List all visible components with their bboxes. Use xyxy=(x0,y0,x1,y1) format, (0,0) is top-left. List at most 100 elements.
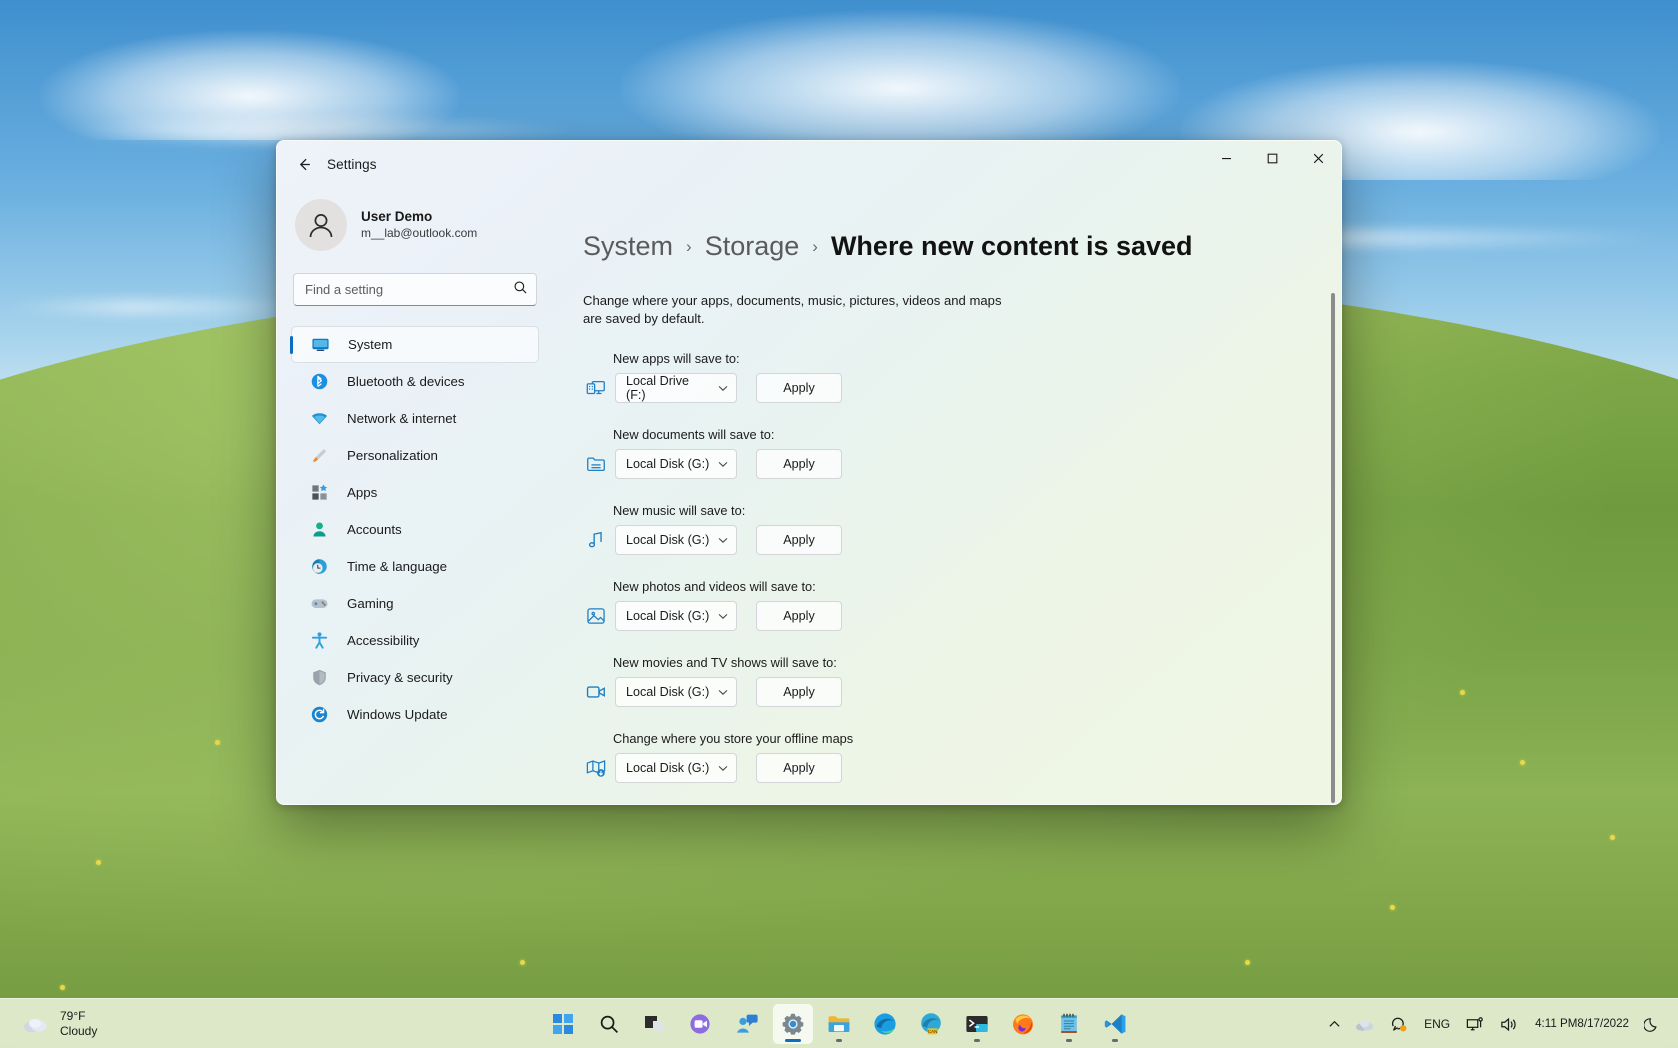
page-title: Where new content is saved xyxy=(831,231,1193,262)
cloud-tray-icon[interactable] xyxy=(1348,1005,1382,1043)
content-scrollbar[interactable] xyxy=(1331,293,1335,803)
apply-button-offline-maps[interactable]: Apply xyxy=(756,753,842,783)
shield-icon xyxy=(309,668,329,688)
apps-location-dropdown[interactable]: Local Drive (F:) xyxy=(615,373,737,403)
account-name: User Demo xyxy=(361,209,477,226)
sidebar-item-personalization[interactable]: Personalization xyxy=(291,437,539,474)
avatar xyxy=(295,199,347,251)
wifi-icon xyxy=(309,409,329,429)
running-indicator xyxy=(974,1039,980,1042)
breadcrumb-separator: › xyxy=(686,237,692,257)
back-button[interactable] xyxy=(287,147,321,181)
microsoft-edge-icon[interactable] xyxy=(865,1004,905,1044)
breadcrumb-system[interactable]: System xyxy=(583,231,673,262)
apply-button-movies-tv[interactable]: Apply xyxy=(756,677,842,707)
search-icon xyxy=(513,280,528,295)
vscode-icon[interactable] xyxy=(1095,1004,1135,1044)
scrollbar-thumb[interactable] xyxy=(1331,293,1335,803)
save-group-offline-maps: Change where you store your offline maps xyxy=(583,731,1311,783)
language-indicator[interactable]: ENG xyxy=(1415,1005,1459,1043)
sidebar-item-gaming[interactable]: Gaming xyxy=(291,585,539,622)
monitor-icon xyxy=(310,335,330,355)
sidebar-item-privacy-security[interactable]: Privacy & security xyxy=(291,659,539,696)
apply-button-photos-videos[interactable]: Apply xyxy=(756,601,842,631)
moon-notification-icon[interactable] xyxy=(1637,1005,1668,1043)
offline-maps-location-dropdown[interactable]: Local Disk (G:) xyxy=(615,753,737,783)
clock-date: 8/17/2022 xyxy=(1577,1017,1629,1031)
search-input[interactable] xyxy=(293,273,537,306)
sidebar-item-time-language[interactable]: Time & language xyxy=(291,548,539,585)
close-button[interactable] xyxy=(1295,141,1341,175)
settings-gear-icon[interactable] xyxy=(773,1004,813,1044)
settings-window: Settings xyxy=(276,140,1342,805)
firefox-icon[interactable] xyxy=(1003,1004,1043,1044)
chat-video-icon[interactable] xyxy=(681,1004,721,1044)
task-view-icon[interactable] xyxy=(635,1004,675,1044)
chevron-down-icon xyxy=(718,461,728,468)
account-email: m__lab@outlook.com xyxy=(361,226,477,241)
save-group-photos-videos: New photos and videos will save to: Loca… xyxy=(583,579,1311,631)
movies-tv-location-dropdown[interactable]: Local Disk (G:) xyxy=(615,677,737,707)
page-description: Change where your apps, documents, music… xyxy=(583,292,1023,327)
sidebar-item-network-internet[interactable]: Network & internet xyxy=(291,400,539,437)
window-titlebar: Settings xyxy=(277,141,1341,187)
dropdown-value: Local Disk (G:) xyxy=(626,609,709,623)
speaker-icon[interactable] xyxy=(1492,1005,1525,1043)
sidebar-item-bluetooth-devices[interactable]: Bluetooth & devices xyxy=(291,363,539,400)
photos-videos-location-dropdown[interactable]: Local Disk (G:) xyxy=(615,601,737,631)
sidebar-item-windows-update[interactable]: Windows Update xyxy=(291,696,539,733)
save-row: Local Drive (F:) Apply xyxy=(583,373,1311,403)
sidebar-item-accounts[interactable]: Accounts xyxy=(291,511,539,548)
wallpaper-flower xyxy=(1520,760,1525,765)
accessibility-person-icon xyxy=(309,631,329,651)
edge-canary-icon[interactable]: CAN xyxy=(911,1004,951,1044)
wallpaper-flower xyxy=(1245,960,1250,965)
terminal-icon[interactable] xyxy=(957,1004,997,1044)
teams-chat-icon[interactable] xyxy=(727,1004,767,1044)
wallpaper-flower xyxy=(215,740,220,745)
save-group-label: New photos and videos will save to: xyxy=(613,579,1311,594)
search-taskbar-icon[interactable] xyxy=(589,1004,629,1044)
sidebar-item-apps[interactable]: Apps xyxy=(291,474,539,511)
video-camera-icon xyxy=(583,679,609,705)
onedrive-sync-icon[interactable] xyxy=(1382,1005,1415,1043)
apply-button-music[interactable]: Apply xyxy=(756,525,842,555)
show-hidden-icons-button[interactable] xyxy=(1321,1005,1348,1043)
chevron-down-icon xyxy=(718,613,728,620)
apply-button-documents[interactable]: Apply xyxy=(756,449,842,479)
sidebar-item-accessibility[interactable]: Accessibility xyxy=(291,622,539,659)
save-group-apps: New apps will save to: xyxy=(583,351,1311,403)
save-group-label: New music will save to: xyxy=(613,503,1311,518)
account-card[interactable]: User Demo m__lab@outlook.com xyxy=(295,199,539,251)
running-indicator xyxy=(836,1039,842,1042)
network-icon[interactable] xyxy=(1459,1005,1492,1043)
running-indicator xyxy=(785,1039,801,1042)
breadcrumb: System › Storage › Where new content is … xyxy=(583,231,1311,262)
apply-button-apps[interactable]: Apply xyxy=(756,373,842,403)
sidebar-item-label: Privacy & security xyxy=(347,670,453,685)
music-note-icon xyxy=(583,527,609,553)
sidebar-item-system[interactable]: System xyxy=(291,326,539,363)
sidebar-item-label: Apps xyxy=(347,485,377,500)
paintbrush-icon xyxy=(309,446,329,466)
breadcrumb-storage[interactable]: Storage xyxy=(705,231,800,262)
save-group-label: New documents will save to: xyxy=(613,427,1311,442)
sidebar-item-label: Accessibility xyxy=(347,633,419,648)
app-title: Settings xyxy=(327,157,377,172)
running-indicator xyxy=(1112,1039,1118,1042)
music-location-dropdown[interactable]: Local Disk (G:) xyxy=(615,525,737,555)
start-button-icon[interactable] xyxy=(543,1004,583,1044)
chevron-down-icon xyxy=(718,385,728,392)
notepad-icon[interactable] xyxy=(1049,1004,1089,1044)
search-box[interactable] xyxy=(293,273,537,306)
minimize-button[interactable] xyxy=(1203,141,1249,175)
apps-grid-icon xyxy=(309,483,329,503)
dropdown-value: Local Drive (F:) xyxy=(626,374,712,402)
apps-display-icon xyxy=(583,375,609,401)
clock-button[interactable]: 4:11 PM 8/17/2022 xyxy=(1525,1005,1637,1043)
file-explorer-icon[interactable] xyxy=(819,1004,859,1044)
documents-location-dropdown[interactable]: Local Disk (G:) xyxy=(615,449,737,479)
chevron-down-icon xyxy=(718,689,728,696)
wallpaper-flower xyxy=(520,960,525,965)
maximize-button[interactable] xyxy=(1249,141,1295,175)
